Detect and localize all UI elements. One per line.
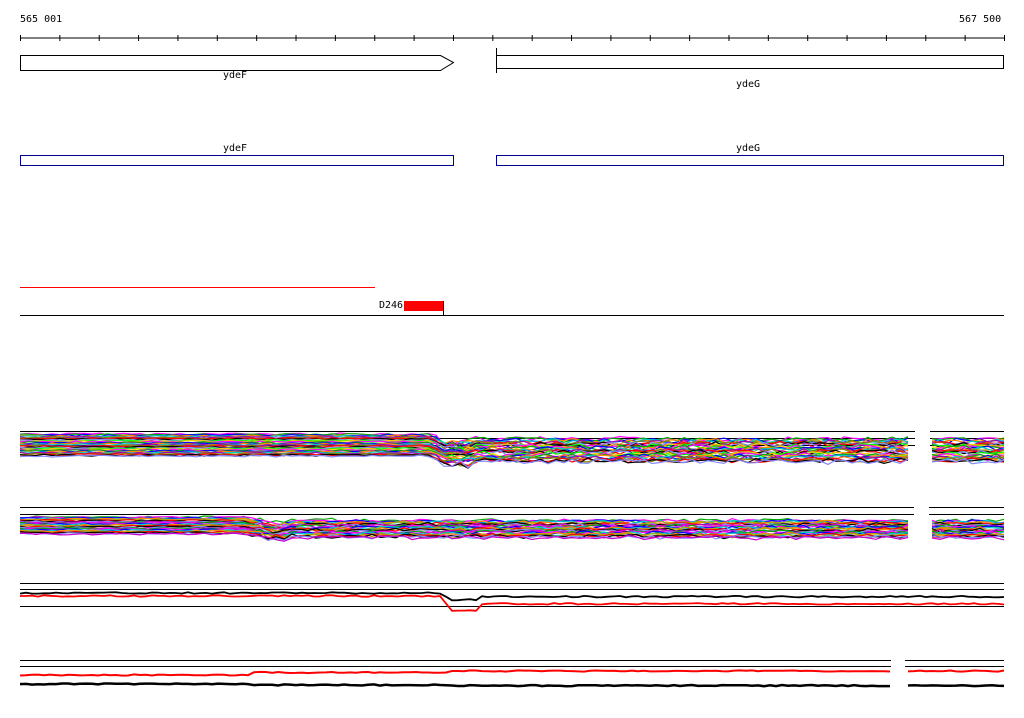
coordinate-ruler (20, 35, 1005, 41)
annotation-ydeF-box[interactable] (20, 155, 454, 166)
annotation-ydeG-box[interactable] (496, 155, 1004, 166)
track-gap (915, 426, 930, 466)
signal-tracks (19, 426, 1005, 695)
gene-ydeG-box[interactable] (496, 55, 1004, 69)
feature-D246-block[interactable] (404, 301, 444, 311)
feature-track (20, 287, 1004, 316)
signal-series-line (19, 669, 1005, 677)
gene-ydeF-label: ydeF (223, 70, 248, 81)
genome-browser-view: 565 001 567 500 ydeF ydeG ydeF ydeG D246 (0, 0, 1024, 714)
signal-series-line (19, 682, 1005, 688)
gene-track (20, 48, 1004, 73)
signal-track-1 (19, 426, 1005, 469)
gene-ydeG-label: ydeG (736, 79, 761, 90)
track-gap (891, 655, 905, 695)
annotation-track (20, 155, 1004, 166)
signal-track-2 (19, 500, 1005, 542)
signal-track-3 (19, 583, 1005, 612)
signal-track-4 (19, 655, 1005, 695)
track-gap (914, 500, 929, 540)
annotation-ydeF-label: ydeF (223, 143, 248, 154)
ruler-end-label: 567 500 (959, 14, 1002, 25)
feature-D246-label: D246 (379, 300, 404, 311)
gene-ydeF-arrow[interactable] (20, 55, 455, 71)
annotation-ydeG-label: ydeG (736, 143, 761, 154)
browser-canvas (19, 35, 1005, 695)
ruler-start-label: 565 001 (20, 14, 63, 25)
